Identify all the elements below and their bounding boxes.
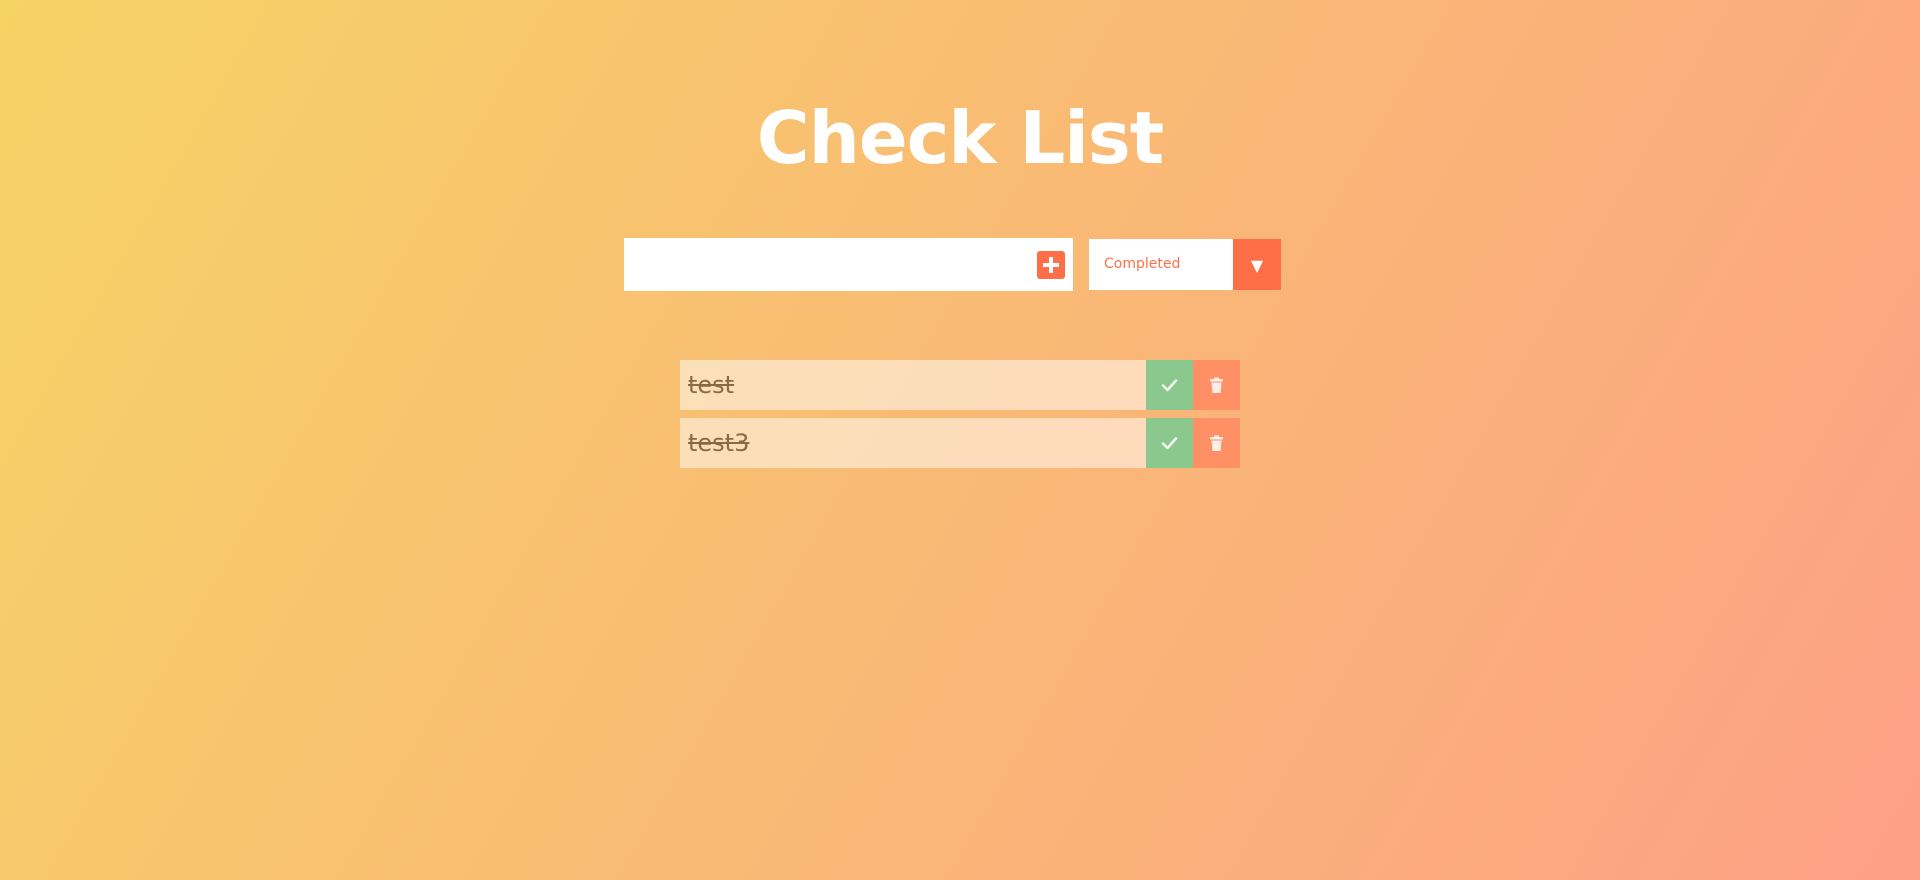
delete-button[interactable] (1193, 418, 1240, 468)
filter-select[interactable]: Completed ▼ (1089, 239, 1281, 290)
delete-button[interactable] (1193, 360, 1240, 410)
todo-input-container (624, 238, 1073, 291)
add-button[interactable] (1037, 251, 1065, 279)
plus-icon (1043, 257, 1059, 273)
todo-text: test3 (688, 429, 750, 457)
trash-icon (1210, 377, 1223, 393)
complete-button[interactable] (1146, 360, 1193, 410)
check-icon (1161, 379, 1178, 392)
todo-list: test test3 (680, 360, 1240, 476)
check-icon (1161, 437, 1178, 450)
todo-item: test (680, 360, 1240, 410)
todo-text: test (688, 371, 735, 399)
trash-icon (1210, 435, 1223, 451)
complete-button[interactable] (1146, 418, 1193, 468)
filter-selected-value: Completed (1104, 256, 1181, 272)
todo-input[interactable] (624, 238, 1024, 291)
dropdown-arrow-icon[interactable]: ▼ (1233, 239, 1281, 290)
page-title: Check List (756, 96, 1164, 181)
todo-item: test3 (680, 418, 1240, 468)
